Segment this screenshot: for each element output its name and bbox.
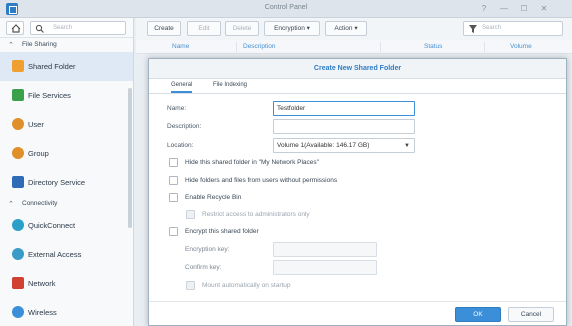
toolbar-search-input[interactable]: Search (463, 21, 563, 36)
sidebar-item-label: File Services (28, 91, 71, 100)
location-select[interactable]: Volume 1(Available: 146.17 GB) ▼ (273, 138, 415, 153)
edit-button[interactable]: Edit (187, 21, 221, 36)
sidebar-search-placeholder: Search (53, 25, 73, 31)
action-dropdown[interactable]: Action ▾ (325, 21, 367, 36)
section-file-sharing[interactable]: ⌃ File Sharing (0, 38, 133, 52)
create-shared-folder-dialog: Create New Shared Folder General File In… (148, 58, 567, 326)
directory-service-icon (12, 176, 24, 188)
encrypt-folder-checkbox[interactable] (169, 227, 178, 236)
hide-without-permissions-checkbox[interactable] (169, 176, 178, 185)
sidebar-scrollbar[interactable] (128, 88, 132, 228)
shared-folder-icon (12, 60, 24, 72)
hide-without-permissions-label: Hide folders and files from users withou… (185, 177, 338, 184)
sidebar-top: Search (0, 18, 133, 38)
sidebar-item-label: Network (28, 279, 56, 288)
encryption-key-label: Encryption key: (185, 246, 230, 253)
restrict-admins-checkbox[interactable] (186, 210, 195, 219)
dialog-footer: OK Cancel (149, 301, 566, 325)
user-icon (12, 118, 24, 130)
tab-file-indexing[interactable]: File Indexing (213, 82, 247, 88)
toolbar: Create Edit Delete Encryption ▾ Action ▾… (136, 18, 572, 40)
sidebar-item-file-services[interactable]: File Services (0, 81, 133, 110)
quickconnect-icon (12, 219, 24, 231)
sidebar-item-shared-folder[interactable]: Shared Folder (0, 52, 133, 81)
close-icon[interactable]: ✕ (538, 3, 550, 14)
dialog-tabs: General File Indexing (149, 79, 566, 94)
sidebar-item-quickconnect[interactable]: QuickConnect (0, 211, 133, 240)
home-icon (11, 24, 21, 33)
dialog-title: Create New Shared Folder (149, 59, 566, 79)
caret-down-icon: ▾ (306, 25, 310, 32)
delete-button[interactable]: Delete (225, 21, 259, 36)
mount-auto-label: Mount automatically on startup (202, 282, 291, 289)
column-separator (484, 42, 485, 52)
section-connectivity[interactable]: ⌃ Connectivity (0, 197, 133, 211)
help-icon[interactable]: ? (478, 3, 490, 14)
section-label: File Sharing (22, 41, 57, 48)
sidebar-item-label: Shared Folder (28, 62, 76, 71)
enable-recycle-bin-checkbox[interactable] (169, 193, 178, 202)
sidebar-item-wireless[interactable]: Wireless (0, 298, 133, 326)
sidebar-item-directory-service[interactable]: Directory Service (0, 168, 133, 197)
filter-icon (469, 25, 477, 33)
ok-button[interactable]: OK (455, 307, 501, 322)
enable-recycle-bin-label: Enable Recycle Bin (185, 194, 242, 201)
sidebar-item-group[interactable]: Group (0, 139, 133, 168)
toolbar-search-placeholder: Search (482, 25, 502, 31)
sidebar: Search ⌃ File Sharing Shared Folder File… (0, 18, 134, 326)
home-button[interactable] (6, 21, 24, 35)
sidebar-item-label: Wireless (28, 308, 57, 317)
encryption-key-input[interactable] (273, 242, 377, 257)
encrypt-folder-label: Encrypt this shared folder (185, 228, 259, 235)
column-header-description[interactable]: Description (243, 43, 276, 50)
description-label: Description: (167, 123, 202, 130)
caret-down-icon: ▼ (404, 143, 410, 149)
column-header-name[interactable]: Name (172, 43, 189, 50)
column-header-status[interactable]: Status (424, 43, 442, 50)
sidebar-item-label: External Access (28, 250, 82, 259)
confirm-key-input[interactable] (273, 260, 377, 275)
encryption-label: Encryption (274, 25, 305, 32)
name-input[interactable]: Testfolder (273, 101, 415, 116)
hide-in-network-places-label: Hide this shared folder in "My Network P… (185, 159, 319, 166)
name-label: Name: (167, 105, 187, 112)
network-icon (12, 277, 24, 289)
create-button[interactable]: Create (147, 21, 181, 36)
column-separator (380, 42, 381, 52)
sidebar-item-label: User (28, 120, 44, 129)
wireless-icon (12, 306, 24, 318)
mount-auto-checkbox[interactable] (186, 281, 195, 290)
action-label: Action (334, 25, 353, 32)
chevron-up-icon: ⌃ (8, 201, 14, 208)
file-services-icon (12, 89, 24, 101)
grid-header: Name Description Status Volume (136, 40, 572, 54)
encryption-dropdown[interactable]: Encryption ▾ (264, 21, 320, 36)
sidebar-item-label: QuickConnect (28, 221, 76, 230)
restrict-admins-label: Restrict access to administrators only (202, 211, 310, 218)
sidebar-item-label: Directory Service (28, 178, 86, 187)
section-label: Connectivity (22, 200, 58, 207)
caret-down-icon: ▾ (354, 25, 358, 32)
hide-in-network-places-checkbox[interactable] (169, 158, 178, 167)
sidebar-item-user[interactable]: User (0, 110, 133, 139)
external-access-icon (12, 248, 24, 260)
cancel-button[interactable]: Cancel (508, 307, 554, 322)
chevron-up-icon: ⌃ (8, 42, 14, 49)
description-input[interactable] (273, 119, 415, 134)
column-separator (236, 42, 237, 52)
location-label: Location: (167, 142, 194, 149)
sidebar-item-label: Group (28, 149, 49, 158)
search-icon (35, 24, 44, 33)
column-header-volume[interactable]: Volume (510, 43, 532, 50)
maximize-icon[interactable]: ☐ (518, 3, 530, 14)
location-value: Volume 1(Available: 146.17 GB) (277, 142, 370, 149)
tab-general[interactable]: General (171, 82, 193, 93)
sidebar-item-network[interactable]: Network (0, 269, 133, 298)
group-icon (12, 147, 24, 159)
confirm-key-label: Confirm key: (185, 264, 222, 271)
sidebar-item-external-access[interactable]: External Access (0, 240, 133, 269)
title-bar: Control Panel ? — ☐ ✕ (0, 0, 572, 18)
minimize-icon[interactable]: — (498, 3, 510, 14)
sidebar-search-input[interactable]: Search (30, 21, 126, 35)
